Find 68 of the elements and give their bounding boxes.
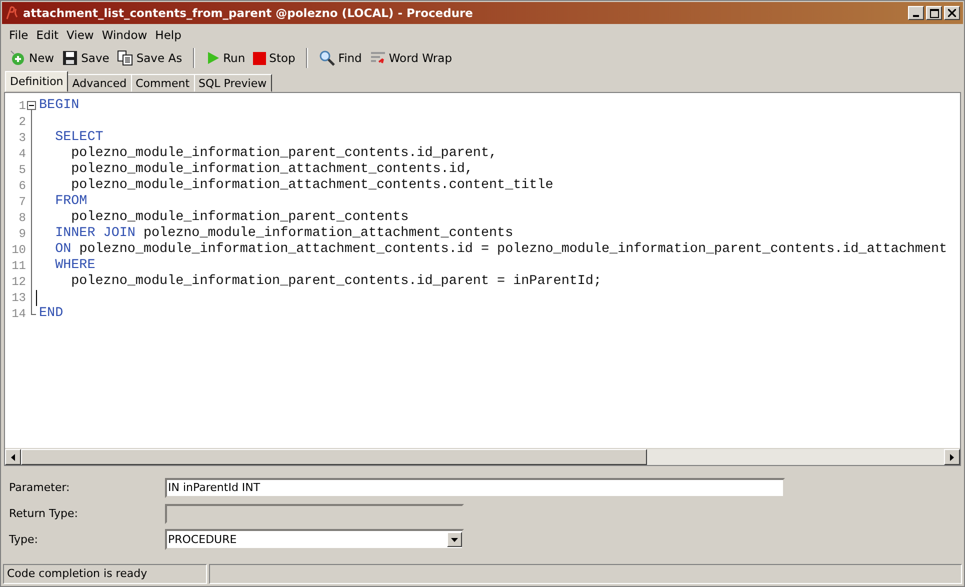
menu-item[interactable]: Help xyxy=(151,28,186,42)
close-button[interactable] xyxy=(944,6,960,20)
code-text: polezno_module_information_attachment_contents xyxy=(142,226,514,241)
toolbar-button[interactable]: Save xyxy=(59,48,112,68)
menu-item[interactable]: Window xyxy=(98,28,152,42)
line-number: 4 xyxy=(18,147,27,161)
scrollbar-thumb[interactable] xyxy=(21,449,647,465)
sql-keyword: ON xyxy=(54,242,72,257)
field-label: Parameter: xyxy=(9,481,71,494)
stop-icon xyxy=(253,52,266,64)
code-text: polezno_module_information_parent_contents xyxy=(70,210,409,225)
scroll-left-button[interactable] xyxy=(5,449,21,465)
toolbar-button[interactable]: New xyxy=(7,48,58,68)
close-icon xyxy=(948,9,956,17)
toolbar-button[interactable]: Save As xyxy=(114,48,186,68)
line-number: 3 xyxy=(18,131,27,145)
line-number: 11 xyxy=(12,259,27,273)
line-number: 10 xyxy=(12,243,27,257)
left-arrow-icon xyxy=(11,454,15,460)
sql-keyword: BEGIN xyxy=(39,98,80,113)
play-icon xyxy=(206,51,220,65)
line-number: 9 xyxy=(18,227,27,241)
menu-item[interactable]: File xyxy=(5,28,32,42)
toolbar-button[interactable]: Find xyxy=(316,48,365,68)
horizontal-scrollbar[interactable] xyxy=(5,448,960,465)
maximize-icon xyxy=(930,8,938,18)
line-number: 14 xyxy=(12,307,27,321)
tab[interactable]: SQL Preview xyxy=(194,74,272,92)
status-text: Code completion is ready xyxy=(3,564,207,584)
scroll-right-button[interactable] xyxy=(944,449,960,465)
sql-keyword: SELECT xyxy=(54,130,104,145)
field-label: Type: xyxy=(9,533,39,546)
word-wrap-icon xyxy=(370,50,386,66)
sql-keyword: FROM xyxy=(54,194,88,209)
code-text: polezno_module_information_attachment_contents.id, xyxy=(70,162,473,177)
code-text: polezno_module_information_attachment_contents.content_title xyxy=(70,178,554,193)
line-number: 12 xyxy=(12,275,27,289)
tab[interactable]: Definition xyxy=(5,71,68,92)
search-icon xyxy=(319,50,336,66)
plus-icon xyxy=(10,50,26,66)
collapse-icon[interactable] xyxy=(27,98,36,114)
right-arrow-icon xyxy=(950,454,954,460)
minimize-button[interactable] xyxy=(908,6,924,20)
tab[interactable]: Comment xyxy=(130,74,195,92)
line-number: 2 xyxy=(18,115,27,129)
sql-keyword: INNER JOIN xyxy=(54,226,136,241)
maximize-button[interactable] xyxy=(926,6,942,20)
field-label: Return Type: xyxy=(9,507,79,520)
toolbar-button[interactable]: Word Wrap xyxy=(366,48,456,68)
menu-item[interactable]: Edit xyxy=(32,28,63,42)
code-text: polezno_module_information_parent_contents.id_parent, xyxy=(70,146,498,161)
line-number: 7 xyxy=(18,195,27,209)
documents-icon xyxy=(117,50,134,66)
sql-keyword: WHERE xyxy=(54,258,96,273)
toolbar-button[interactable]: Run xyxy=(203,49,248,67)
window-title: attachment_list_contents_from_parent @polezno (LOCAL) - Procedure xyxy=(23,6,474,20)
toolbar-button[interactable]: Stop xyxy=(250,49,298,67)
line-number: 5 xyxy=(18,163,27,177)
sql-keyword: END xyxy=(39,306,64,321)
menu-item[interactable]: View xyxy=(62,28,98,42)
line-number: 8 xyxy=(18,211,27,225)
code-text: polezno_module_information_parent_contents.id_parent = inParentId; xyxy=(70,274,602,289)
line-number: 13 xyxy=(12,291,27,305)
type-dropdown[interactable]: PROCEDURE xyxy=(165,529,464,550)
input-field[interactable]: IN inParentId INT xyxy=(165,478,785,498)
line-number: 1 xyxy=(18,99,27,113)
code-text: polezno_module_information_attachment_contents.id = polezno_module_information_parent_contents.id_attachment xyxy=(78,242,948,257)
line-number: 6 xyxy=(18,179,27,193)
